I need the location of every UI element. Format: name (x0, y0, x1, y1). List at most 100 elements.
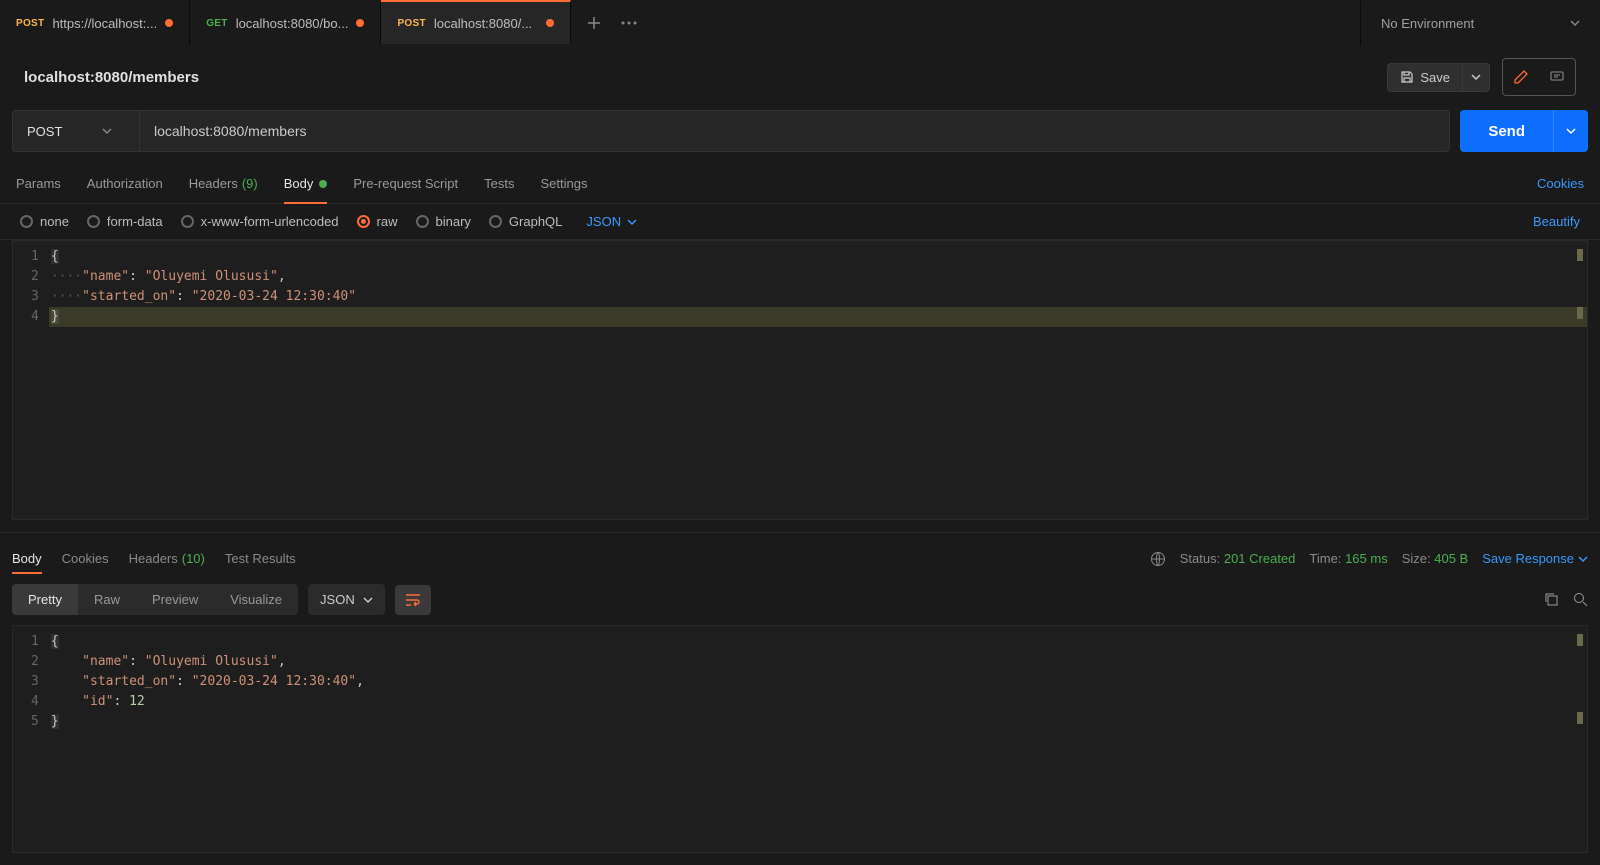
radio-icon (20, 215, 33, 228)
chevron-down-icon (1471, 72, 1481, 82)
copy-icon (1544, 592, 1559, 607)
resp-tab-testresults[interactable]: Test Results (225, 543, 296, 574)
radio-icon (87, 215, 100, 228)
line-gutter: 1234 (13, 241, 49, 519)
chevron-down-icon (627, 217, 637, 227)
tab-post-https[interactable]: POST https://localhost:... (0, 1, 190, 45)
response-size: Size: 405 B (1402, 551, 1469, 566)
view-mode-segment: Pretty Raw Preview Visualize (12, 584, 298, 615)
body-type-row: none form-data x-www-form-urlencoded raw… (0, 204, 1600, 240)
code-area[interactable]: { ····"name": "Oluyemi Olususi", ····"st… (49, 241, 1587, 519)
tab-params[interactable]: Params (16, 164, 61, 203)
scroll-marker-icon (1577, 634, 1583, 646)
scroll-marker-icon (1577, 307, 1583, 319)
tab-overflow-button[interactable] (621, 21, 637, 25)
environment-label: No Environment (1381, 16, 1474, 31)
edit-button[interactable] (1505, 61, 1537, 93)
scroll-marker-icon (1577, 249, 1583, 261)
tab-settings[interactable]: Settings (540, 164, 587, 203)
body-type-urlencoded[interactable]: x-www-form-urlencoded (181, 214, 339, 229)
view-preview[interactable]: Preview (136, 584, 214, 615)
request-title: localhost:8080/members (24, 69, 1375, 86)
code-area: { "name": "Oluyemi Olususi", "started_on… (49, 626, 1587, 852)
tab-prerequest[interactable]: Pre-request Script (353, 164, 458, 203)
body-type-graphql[interactable]: GraphQL (489, 214, 562, 229)
response-status: Status: 201 Created (1180, 551, 1296, 566)
radio-icon (357, 215, 370, 228)
active-dot-icon (319, 180, 327, 188)
radio-icon (416, 215, 429, 228)
radio-icon (489, 215, 502, 228)
response-view-row: Pretty Raw Preview Visualize JSON (0, 574, 1600, 625)
request-title-bar: localhost:8080/members Save (0, 44, 1600, 110)
network-icon[interactable] (1150, 551, 1166, 567)
wrap-lines-button[interactable] (395, 585, 431, 615)
save-icon (1400, 70, 1414, 84)
chevron-down-icon (102, 126, 112, 136)
chevron-down-icon (1566, 126, 1576, 136)
send-dropdown-button[interactable] (1553, 110, 1588, 152)
tab-title: localhost:8080/bo... (236, 16, 349, 31)
tab-get-bo[interactable]: GET localhost:8080/bo... (190, 1, 381, 45)
http-method-select[interactable]: POST (12, 110, 140, 152)
method-badge: GET (206, 18, 227, 29)
method-badge: POST (16, 18, 44, 29)
resp-tab-cookies[interactable]: Cookies (62, 543, 109, 574)
chevron-down-icon (363, 595, 373, 605)
chevron-down-icon (1570, 18, 1580, 28)
radio-icon (181, 215, 194, 228)
view-raw[interactable]: Raw (78, 584, 136, 615)
request-url-row: POST Send (0, 110, 1600, 164)
http-method-value: POST (27, 124, 62, 139)
body-type-formdata[interactable]: form-data (87, 214, 163, 229)
comment-icon (1549, 69, 1565, 85)
dirty-dot-icon (356, 19, 364, 27)
body-type-binary[interactable]: binary (416, 214, 471, 229)
tab-headers[interactable]: Headers (9) (189, 164, 258, 203)
save-button[interactable]: Save (1387, 63, 1463, 92)
search-icon (1573, 592, 1588, 607)
body-type-none[interactable]: none (20, 214, 69, 229)
tab-post-members[interactable]: POST localhost:8080/... (381, 0, 571, 44)
send-button[interactable]: Send (1460, 110, 1553, 152)
tab-body[interactable]: Body (284, 164, 328, 203)
wrap-icon (405, 593, 421, 607)
response-tabs: Body Cookies Headers(10) Test Results St… (0, 532, 1600, 574)
raw-type-select[interactable]: JSON (586, 214, 637, 229)
tab-tests[interactable]: Tests (484, 164, 514, 203)
response-format-select[interactable]: JSON (308, 584, 385, 615)
response-body-editor[interactable]: 12345 { "name": "Oluyemi Olususi", "star… (12, 625, 1588, 853)
body-type-raw[interactable]: raw (357, 214, 398, 229)
chevron-down-icon (1578, 554, 1588, 564)
tab-title: localhost:8080/... (434, 16, 539, 31)
scroll-marker-icon (1577, 712, 1583, 724)
save-dropdown-button[interactable] (1463, 63, 1490, 92)
tab-title: https://localhost:... (52, 16, 157, 31)
beautify-link[interactable]: Beautify (1533, 214, 1580, 229)
request-body-editor[interactable]: 1234 { ····"name": "Oluyemi Olususi", ··… (12, 240, 1588, 520)
resp-tab-body[interactable]: Body (12, 543, 42, 574)
request-url-input[interactable] (140, 110, 1450, 152)
send-label: Send (1488, 123, 1525, 140)
dirty-dot-icon (546, 19, 554, 27)
line-gutter: 12345 (13, 626, 49, 852)
pencil-icon (1513, 69, 1529, 85)
save-button-group: Save (1387, 63, 1490, 92)
copy-button[interactable] (1544, 592, 1559, 607)
tabbar: POST https://localhost:... GET localhost… (0, 0, 1600, 44)
comment-button[interactable] (1541, 61, 1573, 93)
request-tabs: Params Authorization Headers (9) Body Pr… (0, 164, 1600, 204)
environment-selector[interactable]: No Environment (1360, 1, 1600, 45)
save-label: Save (1420, 70, 1450, 85)
save-response-button[interactable]: Save Response (1482, 551, 1588, 566)
cookies-link[interactable]: Cookies (1537, 176, 1584, 191)
view-visualize[interactable]: Visualize (214, 584, 298, 615)
search-button[interactable] (1573, 592, 1588, 607)
view-pretty[interactable]: Pretty (12, 584, 78, 615)
new-tab-button[interactable] (587, 16, 601, 30)
resp-tab-headers[interactable]: Headers(10) (129, 543, 205, 574)
tab-authorization[interactable]: Authorization (87, 164, 163, 203)
dirty-dot-icon (165, 19, 173, 27)
method-badge: POST (397, 18, 425, 29)
response-time: Time: 165 ms (1309, 551, 1387, 566)
